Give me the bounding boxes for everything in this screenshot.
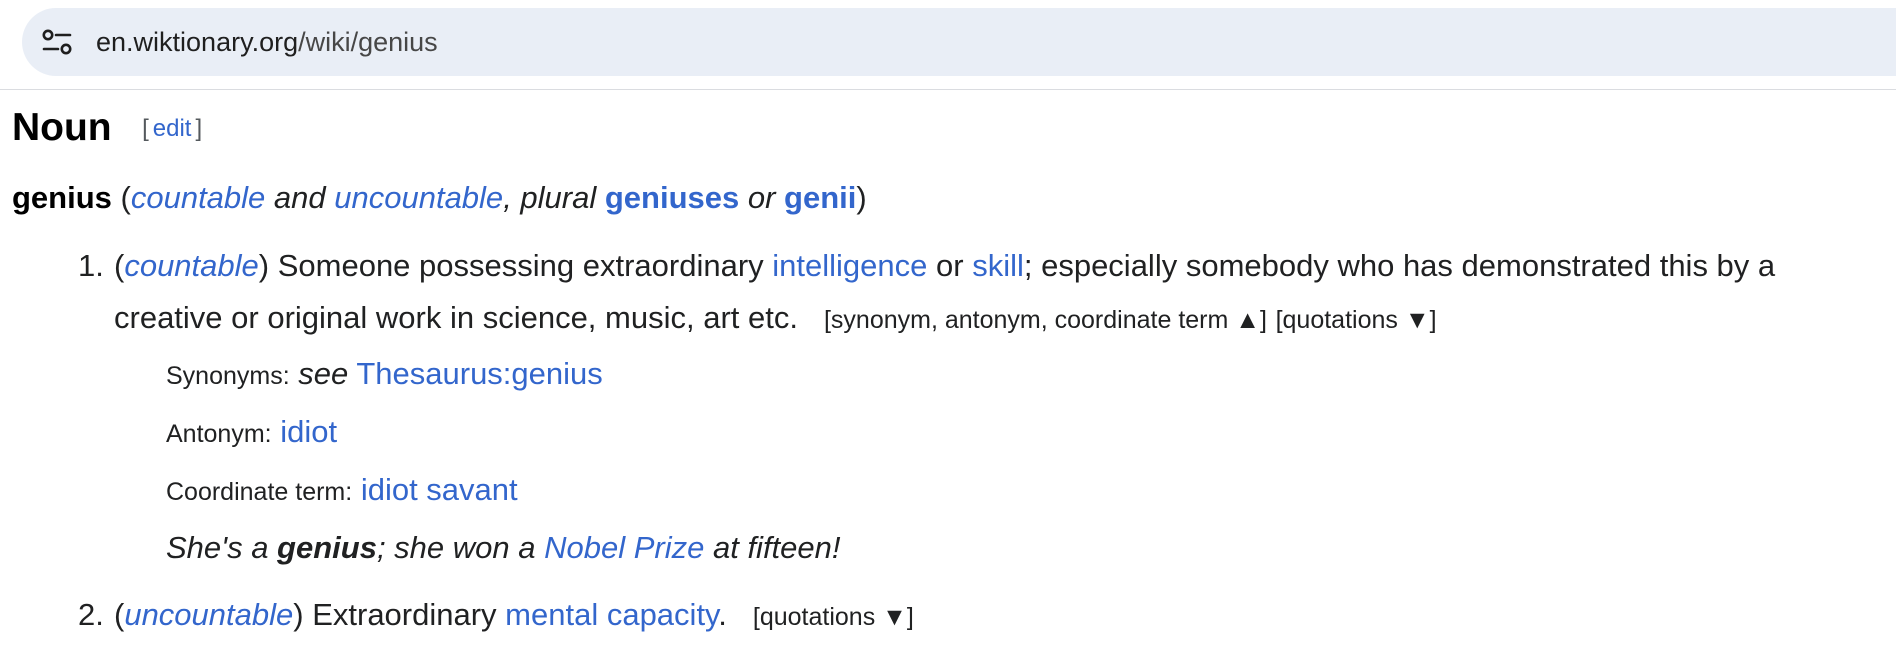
- synonyms-label: Synonyms:: [166, 362, 290, 390]
- edit-bracket-close: ]: [195, 115, 203, 142]
- url-path: /wiki/genius: [298, 27, 438, 57]
- plural-geniuses-link[interactable]: geniuses: [605, 180, 739, 215]
- section-edit: [edit]: [142, 115, 202, 142]
- plural-genii-link[interactable]: genii: [784, 180, 856, 215]
- sense-open-paren: (: [114, 597, 125, 632]
- sense-close-paren: ): [293, 597, 304, 632]
- sense-label-uncountable-link[interactable]: uncountable: [124, 597, 293, 632]
- sense-number: 2.: [78, 597, 104, 632]
- headword-and: and: [265, 180, 335, 215]
- sense-open-paren: (: [114, 248, 125, 283]
- tune-icon[interactable]: [42, 28, 72, 56]
- sense-list: 1. (countable) Someone possessing extrao…: [12, 240, 1872, 643]
- coordinate-term-line: Coordinate term: idiot savant: [166, 462, 1872, 520]
- synonyms-see: see: [298, 356, 349, 391]
- quotations-toggle[interactable]: [quotations ▼]: [753, 603, 914, 631]
- headword-open-paren: (: [111, 180, 131, 215]
- coordinate-term-label: Coordinate term:: [166, 478, 353, 506]
- sense-label-countable-link[interactable]: countable: [124, 248, 258, 283]
- headword-or: or: [739, 180, 785, 215]
- noun-heading-row: Noun [edit]: [12, 106, 202, 150]
- sense-text: Extraordinary: [303, 597, 506, 632]
- edit-link[interactable]: edit: [153, 115, 192, 142]
- countable-link[interactable]: countable: [131, 180, 265, 215]
- address-bar[interactable]: en.wiktionary.org/wiki/genius: [22, 8, 1896, 76]
- example-post: at fifteen!: [704, 530, 841, 565]
- example-mid: ; she won a: [376, 530, 545, 565]
- usage-example: She's a genius; she won a Nobel Prize at…: [166, 520, 1872, 575]
- antonym-link[interactable]: idiot: [280, 414, 337, 449]
- sense-number: 1.: [78, 248, 104, 283]
- intelligence-link[interactable]: intelligence: [772, 248, 927, 283]
- sense-text-end: .: [718, 597, 727, 632]
- example-pre: She's a: [166, 530, 278, 565]
- headword-close-paren: ): [856, 180, 867, 215]
- synonyms-line: Synonyms: see Thesaurus:genius: [166, 346, 1872, 404]
- headword: genius: [12, 180, 112, 215]
- quotations-toggle[interactable]: [quotations ▼]: [1276, 306, 1437, 334]
- edit-bracket-open: [: [142, 115, 149, 142]
- sense-2: 2. (uncountable) Extraordinary mental ca…: [12, 589, 1872, 643]
- sense-text: Someone possessing extraordinary: [269, 248, 773, 283]
- nyms-toggle[interactable]: [synonym, antonym, coordinate term ▲]: [824, 306, 1267, 334]
- antonym-line: Antonym: idiot: [166, 404, 1872, 462]
- coordinate-term-link[interactable]: idiot savant: [361, 472, 518, 507]
- browser-toolbar: en.wiktionary.org/wiki/genius: [0, 0, 1896, 90]
- headword-line: genius (countable and uncountable, plura…: [12, 180, 867, 216]
- skill-link[interactable]: skill: [972, 248, 1024, 283]
- sense-1-details: Synonyms: see Thesaurus:genius Antonym: …: [12, 346, 1872, 575]
- sense-text-or: or: [927, 248, 973, 283]
- mental-capacity-link[interactable]: mental capacity: [505, 597, 718, 632]
- example-bold: genius: [277, 530, 377, 565]
- headword-plural-text: , plural: [503, 180, 605, 215]
- nobel-prize-link[interactable]: Nobel Prize: [544, 530, 704, 565]
- sense-1: 1. (countable) Someone possessing extrao…: [12, 240, 1872, 346]
- url-text[interactable]: en.wiktionary.org/wiki/genius: [96, 8, 438, 76]
- section-heading: Noun: [12, 106, 112, 149]
- thesaurus-link[interactable]: Thesaurus:genius: [356, 356, 602, 391]
- url-domain: en.wiktionary.org: [96, 27, 299, 57]
- sense-close-paren: ): [258, 248, 270, 283]
- uncountable-link[interactable]: uncountable: [334, 180, 503, 215]
- antonym-label: Antonym:: [166, 420, 272, 448]
